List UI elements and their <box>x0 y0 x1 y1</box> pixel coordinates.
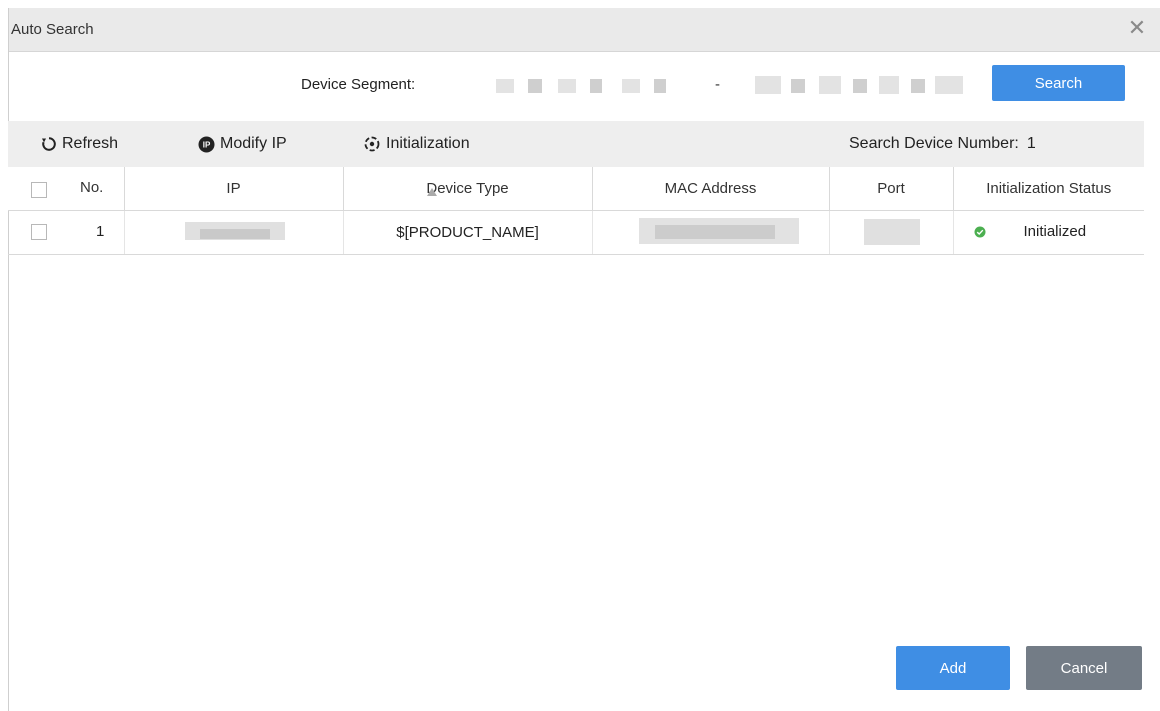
device-count-value: 1 <box>1026 135 1036 152</box>
refresh-button[interactable]: Refresh <box>41 135 118 153</box>
svg-text:IP: IP <box>203 140 211 149</box>
sort-ascending-icon[interactable] <box>426 183 437 200</box>
device-table: No. IP Device Type MAC Address Port Init… <box>8 167 1144 255</box>
row-checkbox[interactable] <box>31 224 47 240</box>
search-button[interactable]: Search <box>992 65 1125 101</box>
initialization-icon <box>363 135 381 153</box>
cell-port-redacted <box>829 210 954 255</box>
status-ok-icon <box>974 225 986 242</box>
column-ip[interactable]: IP <box>124 167 437 211</box>
segment-end-input[interactable] <box>747 62 977 102</box>
segment-start-input[interactable] <box>476 62 705 102</box>
modify-ip-label: Modify IP <box>220 135 287 152</box>
column-initialization-status: Initialization Status <box>953 167 1144 211</box>
refresh-label: Refresh <box>62 135 119 152</box>
select-all-checkbox[interactable] <box>31 182 47 198</box>
column-mac-address: MAC Address <box>592 167 830 211</box>
status-text: Initialized <box>1023 223 1087 240</box>
segment-separator: - <box>715 76 720 93</box>
close-icon[interactable]: ✕ <box>1126 17 1148 39</box>
column-device-type: Device Type <box>343 167 593 211</box>
device-count: Search Device Number: 1 <box>849 135 1036 153</box>
dialog-titlebar: Auto Search ✕ <box>9 8 1160 52</box>
dialog-title: Auto Search <box>11 21 94 38</box>
cell-ip-redacted <box>124 210 344 255</box>
device-segment-label: Device Segment: <box>301 76 416 93</box>
ip-icon: IP <box>198 136 215 153</box>
cell-status: Initialized <box>953 210 1144 255</box>
device-count-label: Search Device Number: <box>849 135 1019 152</box>
column-no: No. <box>8 167 125 211</box>
initialization-label: Initialization <box>386 135 470 152</box>
cell-device-type: $[PRODUCT_NAME] <box>343 210 593 255</box>
auto-search-dialog: Auto Search ✕ <box>8 8 1160 711</box>
table-header-row: No. IP Device Type MAC Address Port Init… <box>8 167 1144 211</box>
refresh-icon <box>41 136 57 152</box>
initialization-button[interactable]: Initialization <box>363 135 470 153</box>
modify-ip-button[interactable]: IP Modify IP <box>198 135 287 153</box>
add-button[interactable]: Add <box>896 646 1010 690</box>
cell-mac-redacted <box>592 210 830 255</box>
table-row[interactable]: 1 $[PRODUCT_NAME] Initialized <box>8 210 1144 255</box>
column-port: Port <box>829 167 954 211</box>
cell-no: 1 <box>8 210 125 255</box>
toolbar: Refresh IP Modify IP Initialization Sear… <box>8 121 1144 167</box>
cancel-button[interactable]: Cancel <box>1026 646 1142 690</box>
